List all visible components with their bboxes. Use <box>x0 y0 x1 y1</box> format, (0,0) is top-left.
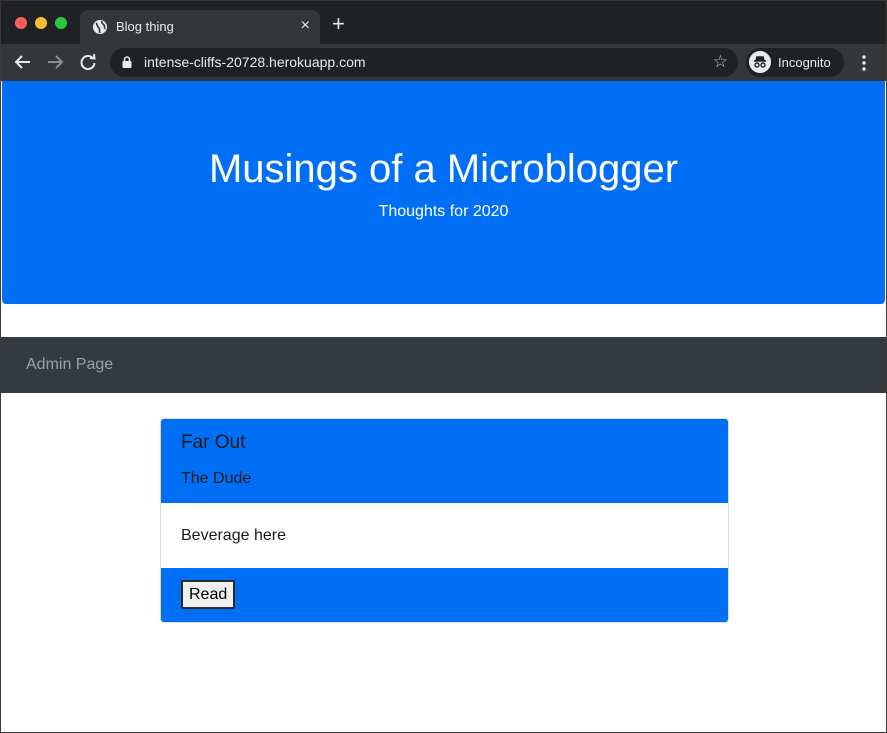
hero-banner: Musings of a Microblogger Thoughts for 2… <box>2 81 885 304</box>
globe-icon <box>93 20 107 34</box>
back-arrow-icon[interactable] <box>14 53 32 71</box>
profile-button[interactable]: Incognito <box>746 48 844 77</box>
post-card: Far Out The Dude Beverage here Read <box>160 418 729 623</box>
page-viewport: Musings of a Microblogger Thoughts for 2… <box>1 81 886 731</box>
url-text[interactable]: intense-cliffs-20728.herokuapp.com <box>144 54 366 70</box>
incognito-icon <box>749 51 771 73</box>
browser-toolbar: intense-cliffs-20728.herokuapp.com ☆ Inc… <box>0 44 887 81</box>
page-subtitle: Thoughts for 2020 <box>378 203 509 220</box>
nav-link-admin[interactable]: Admin Page <box>26 356 113 374</box>
maximize-window-button[interactable] <box>55 17 67 29</box>
address-bar[interactable]: intense-cliffs-20728.herokuapp.com ☆ <box>110 48 738 77</box>
browser-tab[interactable]: Blog thing × <box>80 10 320 44</box>
lock-icon <box>122 56 132 68</box>
page-title: Musings of a Microblogger <box>208 147 679 191</box>
read-button[interactable]: Read <box>181 580 236 609</box>
tab-close-icon[interactable]: × <box>301 17 310 35</box>
post-body: Beverage here <box>181 527 286 544</box>
more-vert-icon[interactable] <box>858 54 870 72</box>
forward-arrow-icon[interactable] <box>46 53 64 71</box>
navbar: Admin Page <box>1 337 886 393</box>
browser-tab-bar: Blog thing × + <box>0 0 887 44</box>
new-tab-button[interactable]: + <box>332 13 345 35</box>
post-title: Far Out <box>181 432 246 453</box>
post-card-body: Beverage here <box>161 503 728 568</box>
profile-label: Incognito <box>778 55 831 70</box>
minimize-window-button[interactable] <box>35 17 47 29</box>
post-card-header: Far Out The Dude <box>161 419 728 503</box>
post-card-footer: Read <box>161 568 728 622</box>
reload-icon[interactable] <box>79 53 97 71</box>
star-icon[interactable]: ☆ <box>713 53 728 71</box>
post-author: The Dude <box>181 470 252 487</box>
close-window-button[interactable] <box>15 17 27 29</box>
tab-title: Blog thing <box>116 19 174 34</box>
